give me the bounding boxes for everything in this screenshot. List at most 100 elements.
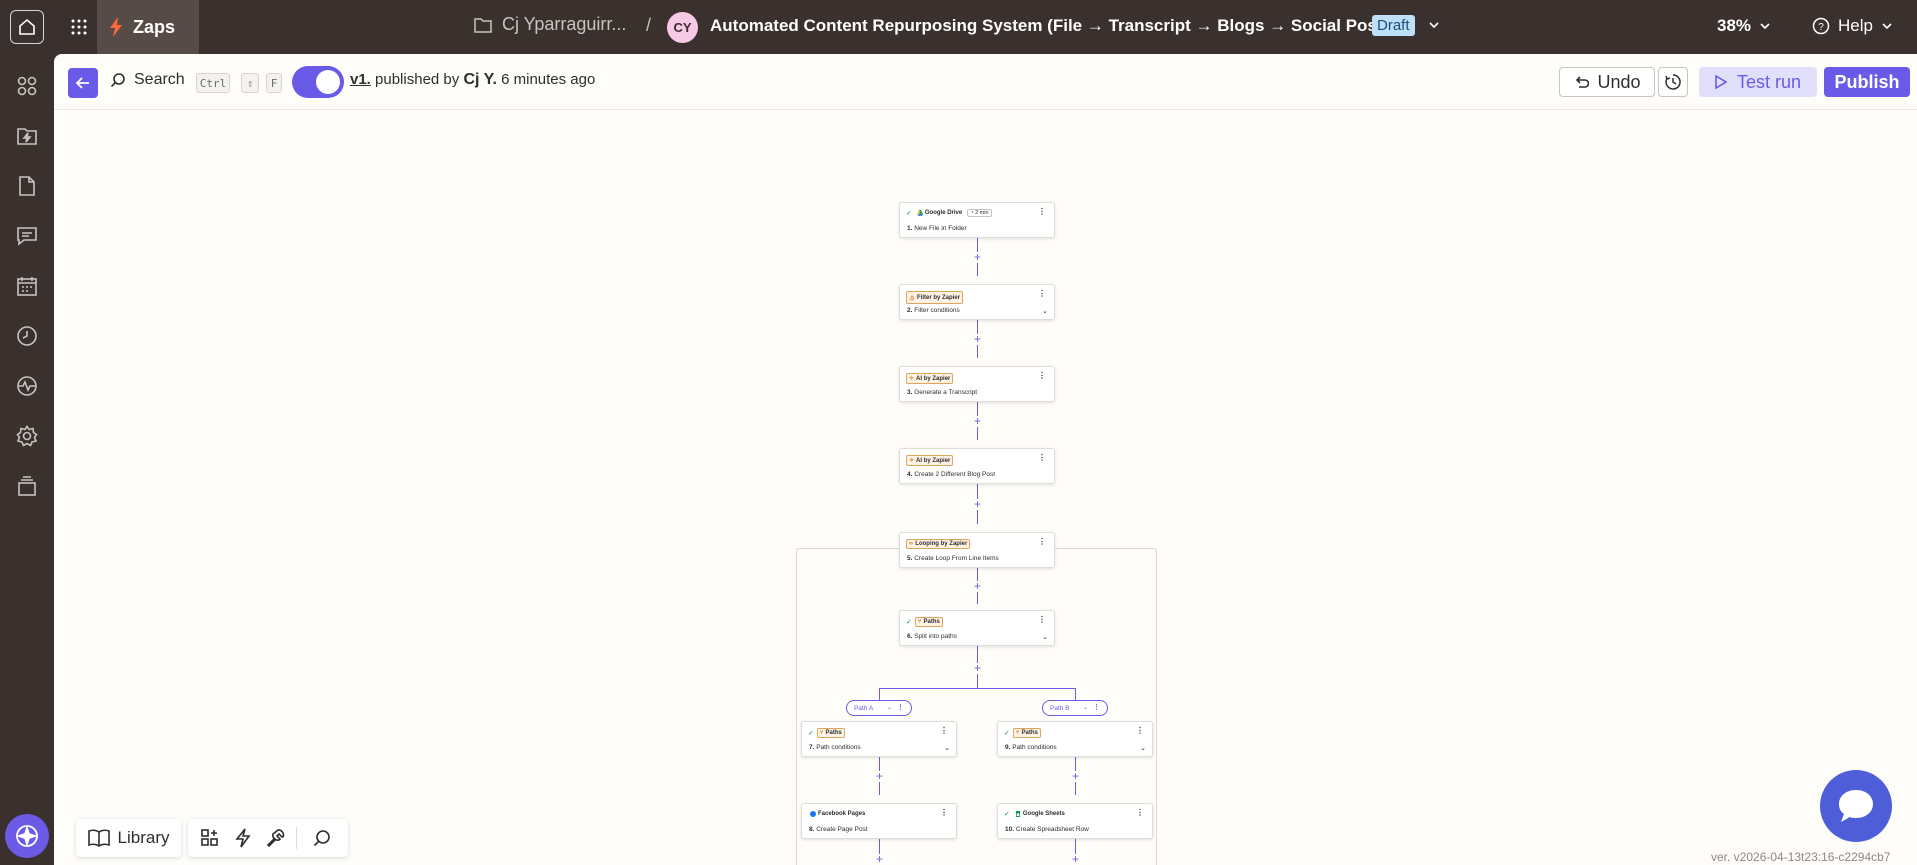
app-switcher-button[interactable]: [68, 16, 90, 38]
add-step-button[interactable]: +: [874, 770, 885, 782]
app-name: Filter by Zapier: [917, 294, 961, 301]
step-card-1[interactable]: ✓ Google Drive ◔ 2 min ⋮ 1. New File in …: [899, 202, 1055, 238]
add-step-button[interactable]: +: [972, 498, 983, 510]
zap-on-toggle[interactable]: [292, 66, 344, 98]
library-button[interactable]: Library: [76, 819, 181, 857]
history-rail-button[interactable]: [15, 324, 39, 348]
templates-rail-button[interactable]: [15, 474, 39, 498]
left-rail: [0, 54, 54, 865]
more-options-icon[interactable]: ⋮: [1093, 703, 1100, 711]
editor-panel: Search Ctrl ⇧ F v1. published by Cj Y. 6…: [54, 54, 1917, 865]
undo-button[interactable]: Undo: [1559, 67, 1655, 97]
chevron-down-icon[interactable]: ⌄: [887, 704, 892, 711]
step-card-2[interactable]: ⏃ Filter by Zapier ⋮ 2. Filter condition…: [899, 284, 1055, 320]
add-step-button[interactable]: +: [874, 853, 885, 865]
test-run-button[interactable]: Test run: [1699, 67, 1817, 97]
add-apps-button[interactable]: [200, 828, 220, 848]
add-step-button[interactable]: +: [1070, 770, 1081, 782]
tools-button[interactable]: [266, 828, 286, 848]
more-options-icon[interactable]: ⋮: [1038, 290, 1046, 298]
tables-rail-button[interactable]: [15, 174, 39, 198]
step-card-4[interactable]: ✧ AI by Zapier ⋮ 4. Create 2 Different B…: [899, 448, 1055, 484]
activity-rail-button[interactable]: [15, 374, 39, 398]
app-chip: ⑂ Paths: [914, 617, 943, 627]
grid-dots-icon: [71, 19, 87, 35]
step-card-10[interactable]: ✓ Google Sheets ⋮ 10. Create Spreadsheet…: [997, 803, 1153, 839]
settings-rail-button[interactable]: [15, 424, 39, 448]
title-menu-button[interactable]: [1427, 18, 1441, 37]
chat-icon: [17, 227, 37, 246]
add-step-button[interactable]: +: [1070, 853, 1081, 865]
shortcut-key-f: F: [266, 73, 282, 93]
zap-title[interactable]: Automated Content Repurposing System (Fi…: [710, 16, 1398, 36]
more-options-icon[interactable]: ⋮: [1038, 616, 1046, 624]
step-card-7[interactable]: ✓ ⑂ Paths ⋮ 7. Path conditions ⌄: [801, 721, 957, 757]
step-card-6[interactable]: ✓ ⑂ Paths ⋮ 6. Split into paths ⌄: [899, 610, 1055, 646]
triggers-button[interactable]: [233, 828, 253, 848]
help-menu[interactable]: ? Help: [1812, 16, 1893, 36]
more-options-icon[interactable]: ⋮: [1038, 372, 1046, 380]
step-card-8[interactable]: Facebook Pages ⋮ 8. Create Page Post: [801, 803, 957, 839]
more-options-icon[interactable]: ⋮: [1038, 454, 1046, 462]
step-card-9[interactable]: ✓ ⑂ Paths ⋮ 9. Path conditions ⌄: [997, 721, 1153, 757]
more-options-icon[interactable]: ⋮: [1136, 809, 1144, 817]
shortcut-key-ctrl: Ctrl: [196, 73, 230, 93]
apps-rail-button[interactable]: [15, 74, 39, 98]
chevron-down-icon[interactable]: ⌄: [1083, 704, 1088, 711]
gear-icon: [16, 425, 38, 447]
add-step-button[interactable]: +: [972, 662, 983, 674]
add-step-button[interactable]: +: [972, 251, 983, 263]
copilot-button[interactable]: [5, 814, 49, 858]
add-step-button[interactable]: +: [972, 580, 983, 592]
folder-breadcrumb[interactable]: Cj Yparraguirr...: [474, 14, 626, 35]
chevron-down-icon[interactable]: ⌄: [1042, 634, 1048, 641]
more-options-icon[interactable]: ⋮: [940, 809, 948, 817]
more-options-icon[interactable]: ⋮: [897, 703, 904, 711]
chevron-down-icon[interactable]: ⌄: [1042, 308, 1048, 315]
step-title: 8. Create Page Post: [809, 826, 868, 833]
home-icon: [19, 18, 35, 35]
add-step-button[interactable]: +: [972, 415, 983, 427]
zoom-dropdown[interactable]: 38%: [1717, 16, 1771, 36]
app-name: Paths: [825, 730, 842, 736]
app-chip: Facebook Pages: [808, 810, 867, 818]
add-step-button[interactable]: +: [972, 333, 983, 345]
interfaces-rail-button[interactable]: [15, 224, 39, 248]
check-icon: ✓: [1004, 730, 1010, 737]
step-title: 3. Generate a Transcript: [907, 389, 977, 396]
more-options-icon[interactable]: ⋮: [1038, 538, 1046, 546]
google-sheets-icon: [1015, 811, 1020, 817]
poll-interval: 2 min: [975, 210, 989, 216]
home-button[interactable]: [10, 10, 44, 44]
publish-button[interactable]: Publish: [1824, 67, 1910, 97]
apps-icon: [17, 76, 37, 96]
path-a-pill[interactable]: Path A ⌄ ⋮: [846, 700, 912, 716]
more-options-icon[interactable]: ⋮: [940, 727, 948, 735]
version-history-button[interactable]: [1658, 67, 1688, 97]
zaps-rail-button[interactable]: [15, 124, 39, 148]
search-button[interactable]: Search: [110, 71, 185, 89]
step-card-5[interactable]: ∞ Looping by Zapier ⋮ 5. Create Loop Fro…: [899, 532, 1055, 568]
zoom-level: 38%: [1717, 16, 1752, 35]
editor-toolbar: Search Ctrl ⇧ F v1. published by Cj Y. 6…: [54, 54, 1917, 110]
more-options-icon[interactable]: ⋮: [1136, 727, 1144, 735]
app-name: Google Drive: [924, 210, 963, 216]
path-b-pill[interactable]: Path B ⌄ ⋮: [1042, 700, 1108, 716]
calendar-rail-button[interactable]: [15, 274, 39, 298]
zaps-tab[interactable]: Zaps: [97, 0, 199, 54]
arrow-left-icon: [75, 77, 89, 89]
library-label: Library: [117, 828, 170, 847]
back-button[interactable]: [68, 68, 98, 98]
step-number: 5.: [907, 555, 913, 562]
canvas-search-button[interactable]: [312, 828, 332, 848]
step-card-3[interactable]: ✧ AI by Zapier ⋮ 3. Generate a Transcrip…: [899, 366, 1055, 402]
version-link[interactable]: v1.: [350, 71, 371, 88]
more-options-icon[interactable]: ⋮: [1038, 208, 1046, 216]
workflow-canvas[interactable]: + + + + + + + + + + Path A ⌄ ⋮ Path B ⌄: [54, 110, 1917, 865]
chevron-down-icon[interactable]: ⌄: [1140, 745, 1146, 752]
chevron-down-icon[interactable]: ⌄: [944, 745, 950, 752]
undo-icon: [1576, 76, 1590, 88]
lightning-icon: [235, 828, 251, 848]
owner-avatar: CY: [667, 12, 698, 43]
support-chat-button[interactable]: [1820, 770, 1892, 842]
